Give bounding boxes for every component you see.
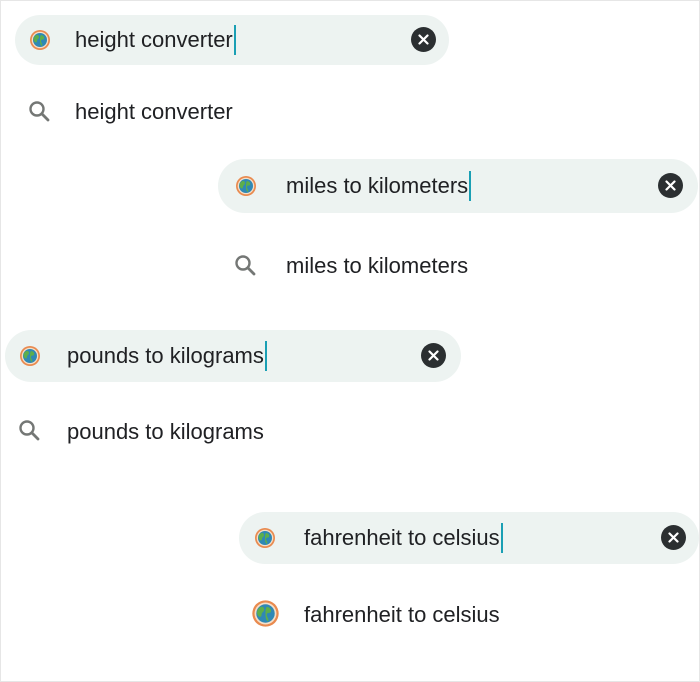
clear-icon[interactable] bbox=[661, 525, 686, 550]
search-query-value: miles to kilometers bbox=[286, 173, 469, 198]
search-bar[interactable]: fahrenheit to celsius bbox=[239, 512, 699, 564]
suggestion-item[interactable]: pounds to kilograms bbox=[5, 408, 461, 454]
search-icon bbox=[18, 419, 40, 446]
suggestion-item[interactable]: miles to kilometers bbox=[218, 242, 698, 288]
search-query-text[interactable]: miles to kilometers bbox=[286, 171, 472, 201]
globe-icon bbox=[29, 29, 51, 56]
globe-icon bbox=[254, 527, 276, 554]
search-query-value: pounds to kilograms bbox=[67, 343, 264, 368]
suggestion-text: miles to kilometers bbox=[286, 253, 469, 278]
search-query-text[interactable]: pounds to kilograms bbox=[67, 341, 267, 371]
search-icon bbox=[234, 254, 256, 281]
clear-icon[interactable] bbox=[421, 343, 446, 368]
search-bar[interactable]: miles to kilometers bbox=[218, 159, 698, 213]
search-icon bbox=[28, 100, 50, 127]
search-query-value: height converter bbox=[75, 27, 233, 52]
clear-icon[interactable] bbox=[658, 173, 683, 198]
globe-icon bbox=[235, 175, 257, 202]
text-cursor bbox=[233, 25, 236, 55]
text-cursor bbox=[469, 171, 472, 201]
search-query-value: fahrenheit to celsius bbox=[304, 525, 500, 550]
suggestion-item[interactable]: height converter bbox=[15, 88, 449, 134]
search-query-text[interactable]: height converter bbox=[75, 25, 236, 55]
suggestion-text: height converter bbox=[75, 99, 233, 124]
globe-icon bbox=[19, 345, 41, 372]
text-cursor bbox=[500, 523, 503, 553]
search-bar[interactable]: height converter bbox=[15, 15, 449, 65]
search-bar[interactable]: pounds to kilograms bbox=[5, 330, 461, 382]
globe-icon bbox=[251, 599, 280, 633]
suggestion-text: pounds to kilograms bbox=[67, 419, 264, 444]
text-cursor bbox=[264, 341, 267, 371]
suggestion-text: fahrenheit to celsius bbox=[304, 602, 500, 627]
clear-icon[interactable] bbox=[411, 27, 436, 52]
suggestion-item[interactable]: fahrenheit to celsius bbox=[239, 590, 699, 638]
search-query-text[interactable]: fahrenheit to celsius bbox=[304, 523, 503, 553]
